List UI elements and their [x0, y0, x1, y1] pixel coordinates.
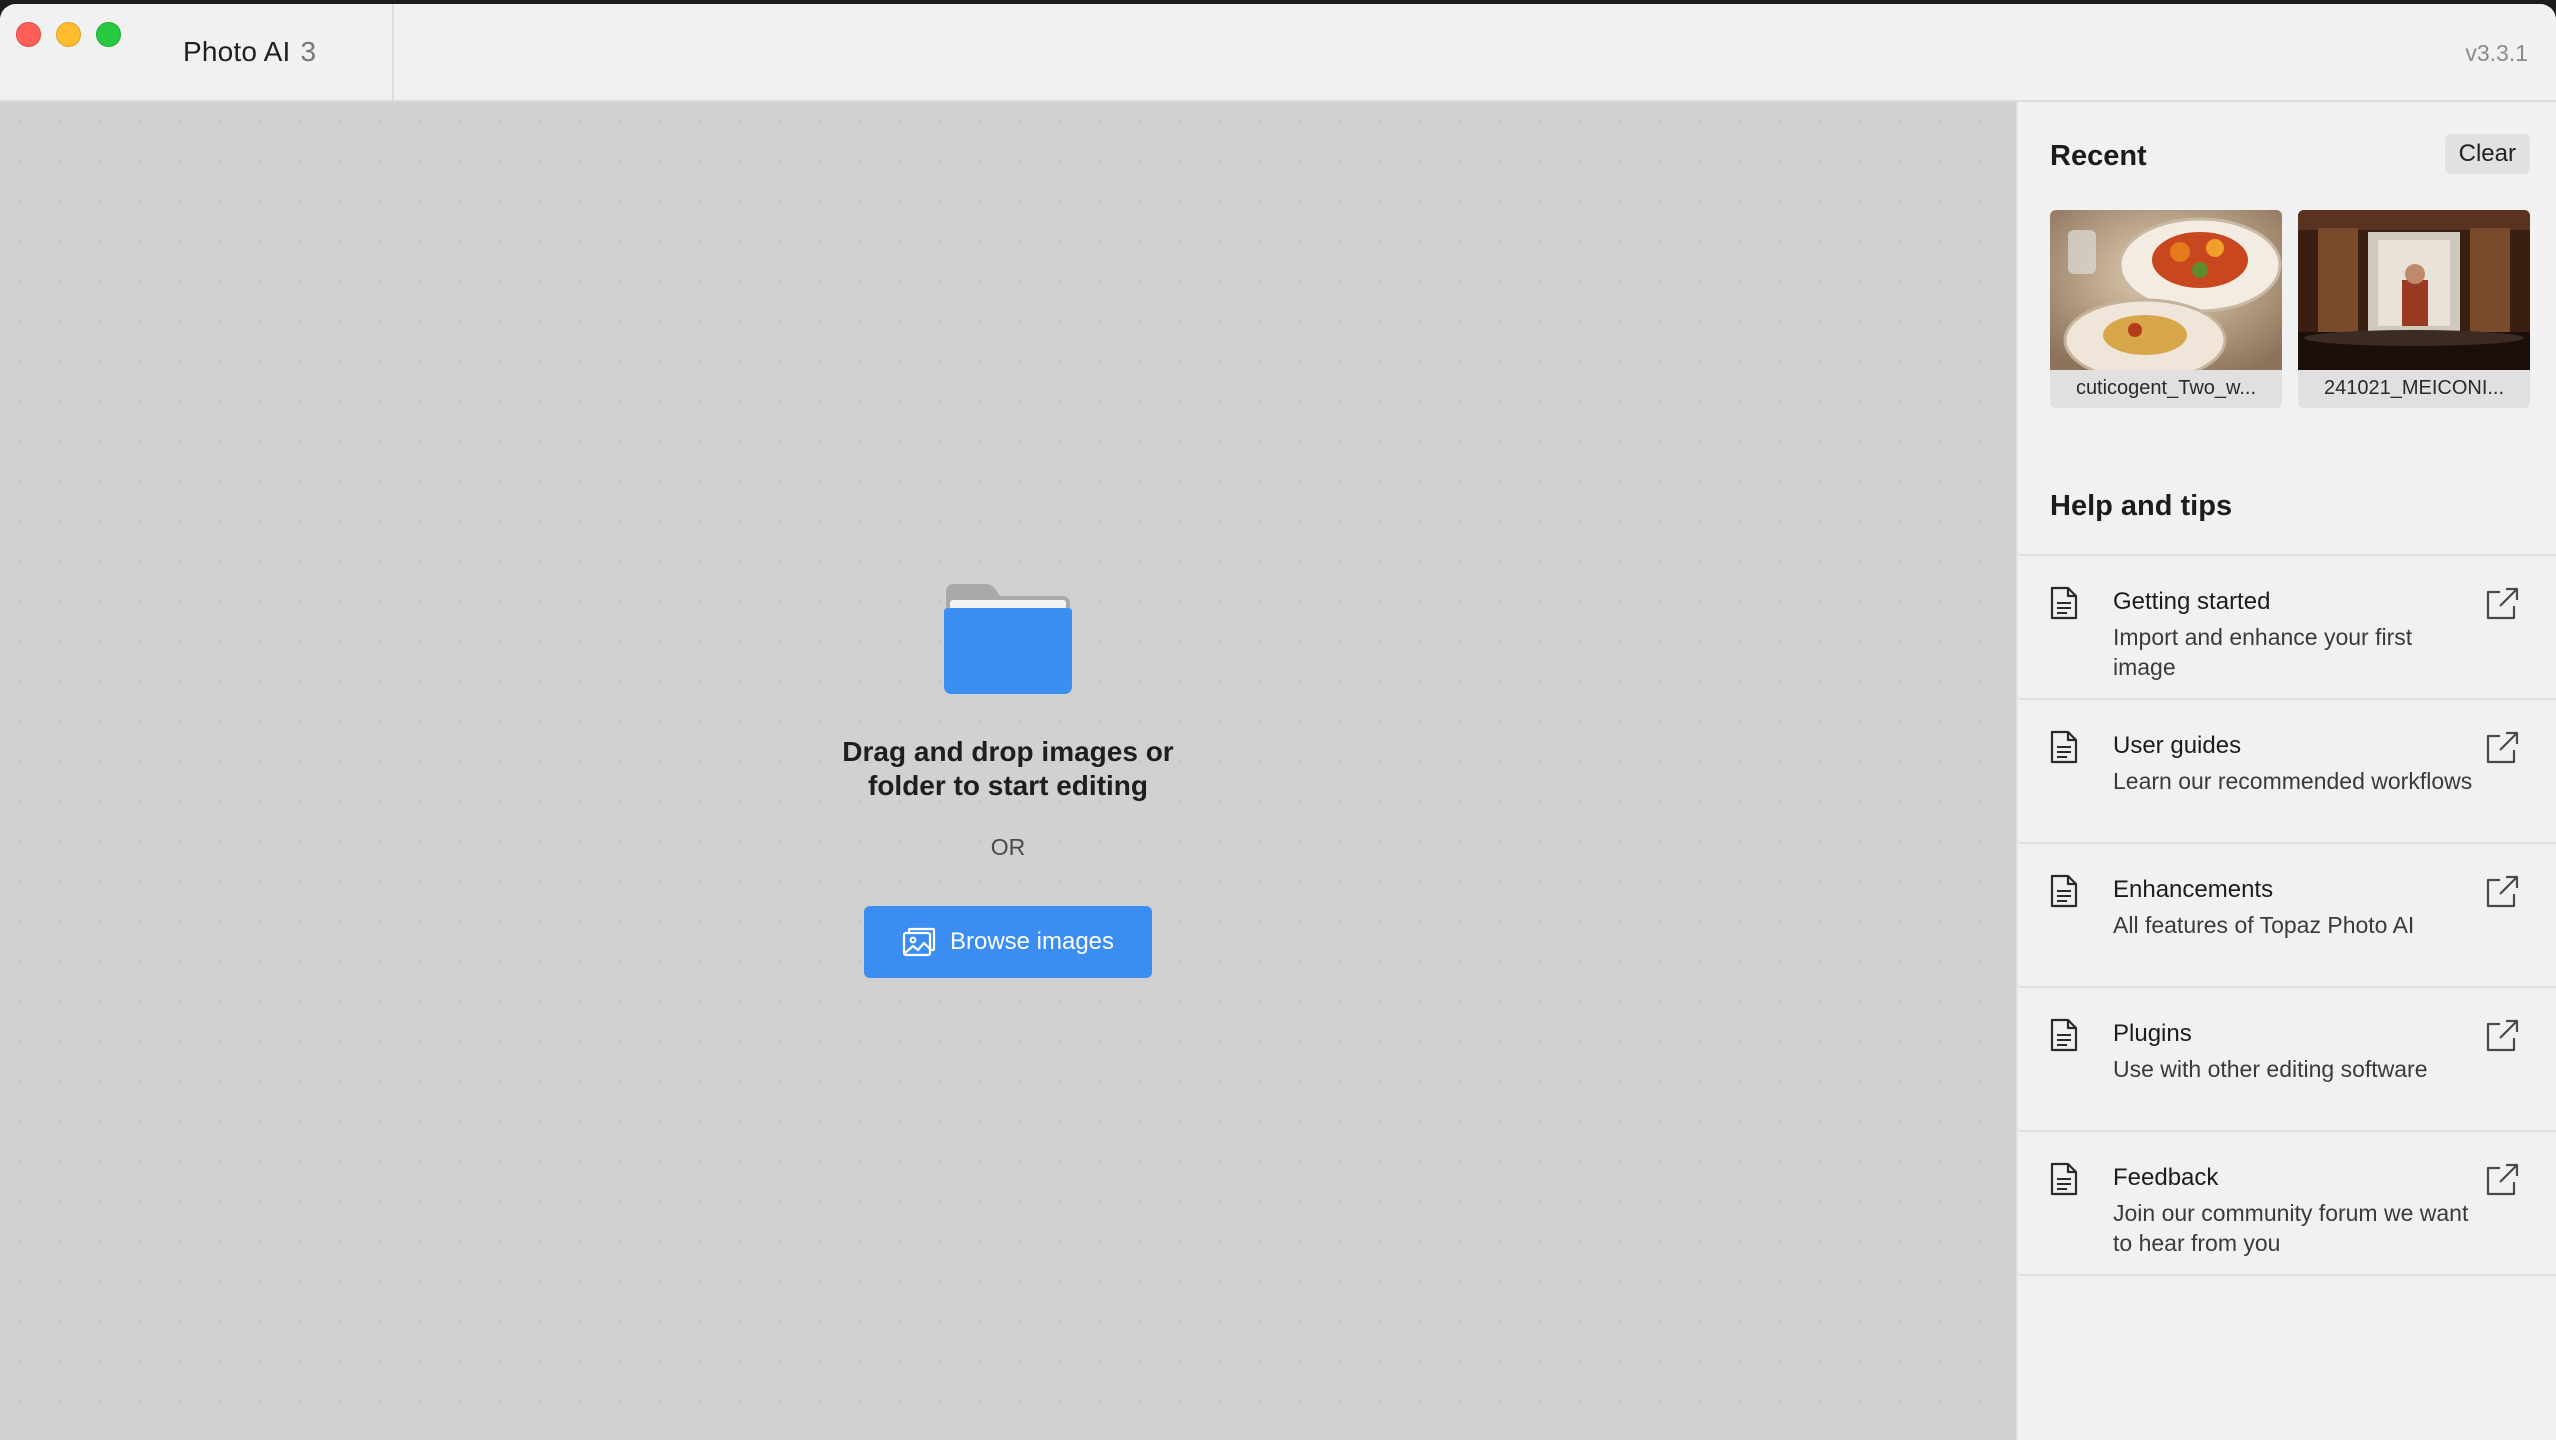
- app-title: Photo AI 3: [183, 36, 316, 68]
- help-item-description: Learn our recommended workflows: [2113, 768, 2473, 794]
- recent-item[interactable]: cuticogent_Two_w...: [2050, 210, 2282, 408]
- help-item-title: Enhancements: [2113, 876, 2274, 903]
- external-link-icon[interactable]: [2484, 874, 2520, 910]
- help-item-title: Feedback: [2113, 1164, 2219, 1191]
- recent-heading: Recent: [2050, 140, 2147, 172]
- drop-zone[interactable]: Drag and drop images or folder to start …: [0, 102, 2016, 1440]
- help-item-description: Import and enhance your first image: [2113, 624, 2413, 680]
- title-bar: Photo AI 3 v3.3.1: [0, 4, 2556, 102]
- external-link-icon[interactable]: [2484, 1018, 2520, 1054]
- document-icon: [2050, 730, 2078, 764]
- help-item-description: All features of Topaz Photo AI: [2113, 912, 2415, 938]
- external-link-icon[interactable]: [2484, 1162, 2520, 1198]
- recent-item[interactable]: 241021_MEICONI...: [2298, 210, 2530, 408]
- drop-instruction-line2: folder to start editing: [868, 770, 1148, 801]
- document-icon: [2050, 1018, 2078, 1052]
- help-item-feedback[interactable]: Feedback Join our community forum we wan…: [2018, 1132, 2556, 1276]
- close-window-button[interactable]: [16, 22, 41, 47]
- image-icon: [902, 927, 936, 957]
- help-item-title: User guides: [2113, 732, 2242, 759]
- app-name: Photo AI: [183, 36, 291, 67]
- browse-images-button[interactable]: Browse images: [864, 906, 1152, 978]
- browse-images-label: Browse images: [949, 928, 1115, 955]
- version-label: v3.3.1: [2465, 40, 2528, 66]
- or-separator: OR: [990, 834, 1026, 860]
- drop-instruction-line1: Drag and drop images or: [842, 736, 1174, 767]
- app-window: Photo AI 3 v3.3.1 Drag and drop images or…: [0, 4, 2556, 1440]
- help-item-enhancements[interactable]: Enhancements All features of Topaz Photo…: [2018, 844, 2556, 988]
- external-link-icon[interactable]: [2484, 730, 2520, 766]
- help-item-plugins[interactable]: Plugins Use with other editing software: [2018, 988, 2556, 1132]
- recent-item-name: 241021_MEICONI...: [2323, 377, 2505, 399]
- help-item-user-guides[interactable]: User guides Learn our recommended workfl…: [2018, 700, 2556, 844]
- title-divider: [392, 4, 394, 100]
- help-heading: Help and tips: [2050, 490, 2233, 522]
- document-icon: [2050, 874, 2078, 908]
- help-item-title: Plugins: [2113, 1020, 2192, 1047]
- zoom-window-button[interactable]: [96, 22, 121, 47]
- recent-item-name: cuticogent_Two_w...: [2075, 377, 2257, 399]
- folder-icon: [944, 584, 1072, 694]
- recent-thumbnail-food: [2050, 210, 2282, 382]
- help-item-description: Join our community forum we want to hear…: [2113, 1200, 2469, 1256]
- document-icon: [2050, 586, 2078, 620]
- help-list: Getting started Import and enhance your …: [2018, 554, 2556, 1276]
- minimize-window-button[interactable]: [56, 22, 81, 47]
- help-item-title: Getting started: [2113, 588, 2271, 615]
- drop-instruction: Drag and drop images or folder to start …: [808, 735, 1208, 803]
- help-item-getting-started[interactable]: Getting started Import and enhance your …: [2018, 556, 2556, 700]
- right-panel: Recent Clear cuticogent_Two_w... 241021_…: [2016, 102, 2556, 1440]
- app-version-major: 3: [300, 36, 317, 67]
- recent-thumbnail-room: [2298, 210, 2530, 370]
- external-link-icon[interactable]: [2484, 586, 2520, 622]
- help-item-description: Use with other editing software: [2113, 1056, 2428, 1082]
- clear-recent-button[interactable]: Clear: [2444, 134, 2530, 174]
- document-icon: [2050, 1162, 2078, 1196]
